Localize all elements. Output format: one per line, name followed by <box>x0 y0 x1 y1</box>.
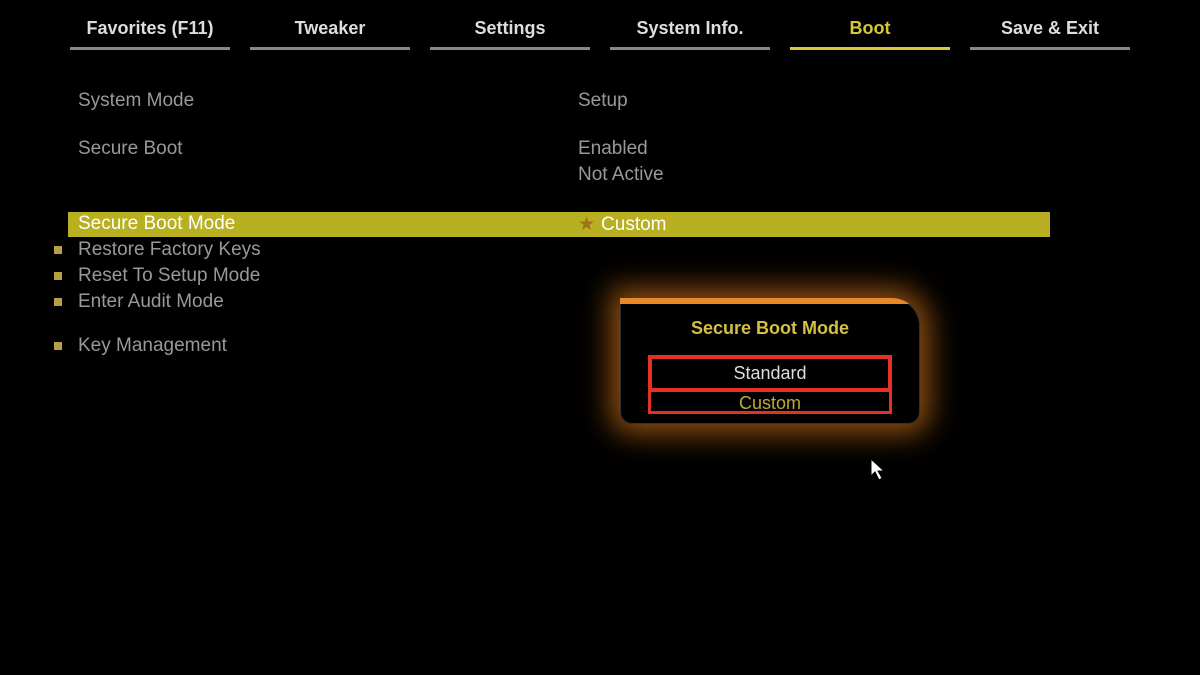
popup-option-standard[interactable]: Standard <box>648 355 892 392</box>
secure-boot-mode-value: ★Custom <box>578 213 1050 236</box>
secure-boot-status-row: Not Active <box>78 164 1150 186</box>
secure-boot-mode-label: Secure Boot Mode <box>78 213 578 236</box>
cursor-icon <box>870 458 888 487</box>
popup-title: Secure Boot Mode <box>620 304 920 355</box>
reset-setup-mode-item[interactable]: Reset To Setup Mode <box>54 263 1150 289</box>
secure-boot-label: Secure Boot <box>78 138 578 160</box>
bullet-icon <box>54 342 62 350</box>
tab-tweaker[interactable]: Tweaker <box>250 18 410 50</box>
tab-settings[interactable]: Settings <box>430 18 590 50</box>
secure-boot-mode-row[interactable]: Secure Boot Mode ★Custom <box>68 212 1050 237</box>
bullet-icon <box>54 272 62 280</box>
bullet-icon <box>54 246 62 254</box>
system-mode-label: System Mode <box>78 90 578 112</box>
restore-factory-keys-item[interactable]: Restore Factory Keys <box>54 237 1150 263</box>
enter-audit-mode-item[interactable]: Enter Audit Mode <box>54 289 1150 315</box>
key-management-item[interactable]: Key Management <box>54 333 1150 359</box>
tab-system-info[interactable]: System Info. <box>610 18 770 50</box>
bullet-icon <box>54 298 62 306</box>
tab-boot[interactable]: Boot <box>790 18 950 50</box>
system-mode-value: Setup <box>578 90 1150 112</box>
star-icon: ★ <box>578 214 595 235</box>
popup-option-custom[interactable]: Custom <box>648 392 892 414</box>
popup-options: Standard Custom <box>620 355 920 420</box>
tab-save-exit[interactable]: Save & Exit <box>970 18 1130 50</box>
tab-bar: Favorites (F11) Tweaker Settings System … <box>0 0 1200 50</box>
tab-favorites[interactable]: Favorites (F11) <box>70 18 230 50</box>
content-area: System Mode Setup Secure Boot Enabled No… <box>0 50 1200 359</box>
secure-boot-status-value: Not Active <box>578 164 1150 186</box>
system-mode-row: System Mode Setup <box>78 90 1150 112</box>
secure-boot-mode-popup: Secure Boot Mode Standard Custom <box>620 298 920 424</box>
secure-boot-value: Enabled <box>578 138 1150 160</box>
secure-boot-row: Secure Boot Enabled <box>78 138 1150 160</box>
